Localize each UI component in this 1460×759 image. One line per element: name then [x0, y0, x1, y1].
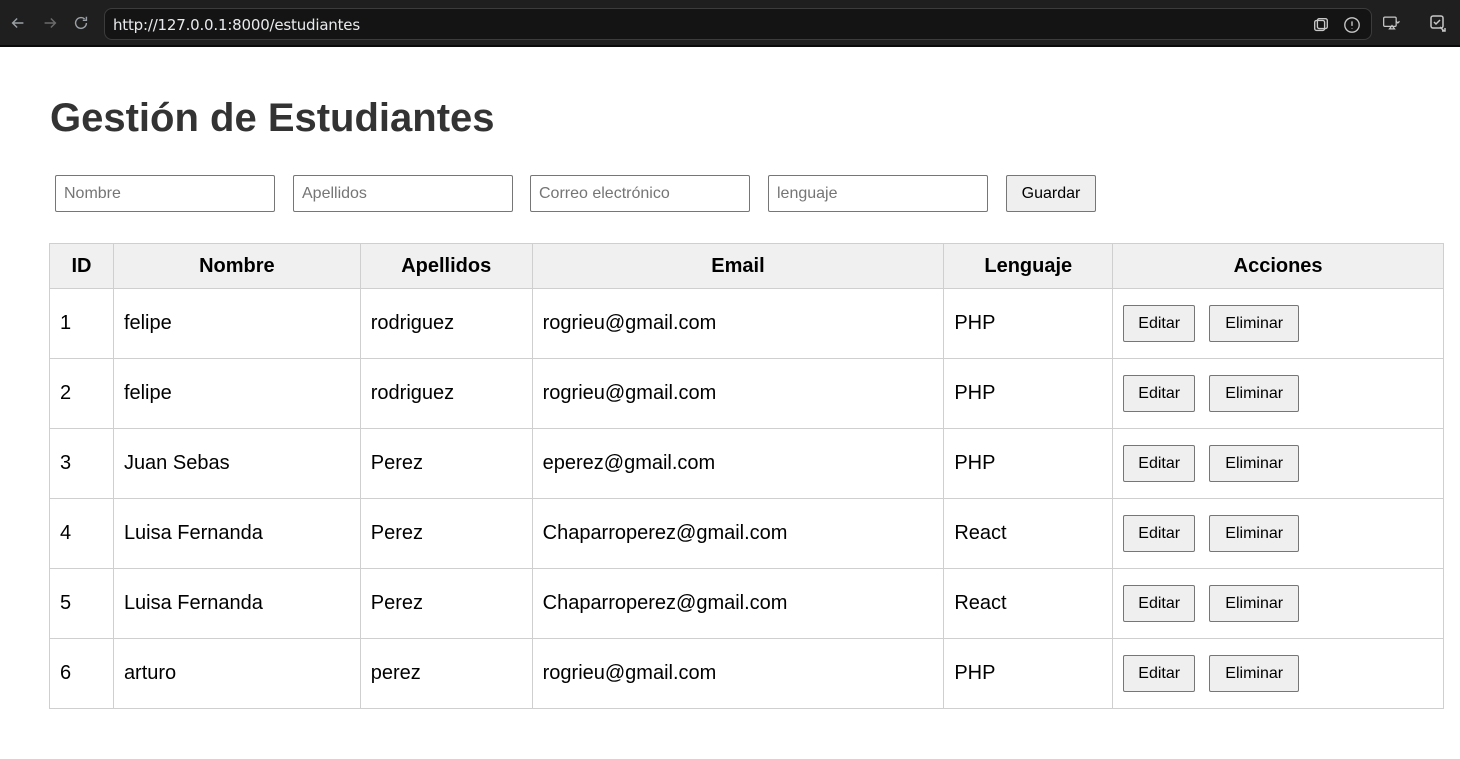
header-lenguaje: Lenguaje — [943, 243, 1114, 289]
header-email: Email — [531, 243, 945, 289]
cell-apellidos: rodriguez — [359, 358, 533, 429]
url-text: http://127.0.0.1:8000/estudiantes — [113, 16, 360, 34]
table-header-row: ID Nombre Apellidos Email Lenguaje Accio… — [49, 243, 1444, 289]
cell-actions: Editar Eliminar — [1112, 638, 1444, 709]
cell-id: 3 — [49, 428, 114, 499]
cell-email: rogrieu@gmail.com — [531, 288, 945, 359]
arrow-left-icon[interactable] — [7, 12, 29, 34]
cell-lenguaje: PHP — [943, 358, 1114, 429]
edit-button[interactable]: Editar — [1123, 585, 1196, 622]
cell-lenguaje: React — [943, 498, 1114, 569]
cell-nombre: Juan Sebas — [112, 428, 361, 499]
cast-icon[interactable] — [1382, 13, 1402, 33]
cell-actions: Editar Eliminar — [1112, 428, 1444, 499]
cell-nombre: felipe — [112, 288, 361, 359]
edit-button[interactable]: Editar — [1123, 655, 1196, 692]
cell-actions: Editar Eliminar — [1112, 568, 1444, 639]
delete-button[interactable]: Eliminar — [1209, 585, 1300, 622]
tab-search-icon[interactable] — [1310, 14, 1332, 36]
cell-id: 6 — [49, 638, 114, 709]
cell-id: 4 — [49, 498, 114, 569]
lenguaje-input[interactable] — [768, 175, 988, 212]
cell-apellidos: Perez — [359, 428, 533, 499]
cell-email: eperez@gmail.com — [531, 428, 945, 499]
cell-id: 2 — [49, 358, 114, 429]
reload-icon[interactable] — [70, 12, 92, 34]
cell-lenguaje: React — [943, 568, 1114, 639]
cell-actions: Editar Eliminar — [1112, 358, 1444, 429]
cell-email: Chaparroperez@gmail.com — [531, 568, 945, 639]
nombre-input[interactable] — [55, 175, 275, 212]
cell-apellidos: Perez — [359, 568, 533, 639]
header-nombre: Nombre — [112, 243, 361, 289]
header-apellidos: Apellidos — [359, 243, 533, 289]
edit-button[interactable]: Editar — [1123, 375, 1196, 412]
cell-apellidos: Perez — [359, 498, 533, 569]
arrow-right-icon[interactable] — [39, 12, 61, 34]
cell-nombre: Luisa Fernanda — [112, 498, 361, 569]
header-id: ID — [49, 243, 114, 289]
edit-button[interactable]: Editar — [1123, 515, 1196, 552]
cell-actions: Editar Eliminar — [1112, 498, 1444, 569]
students-table: ID Nombre Apellidos Email Lenguaje Accio… — [49, 243, 1444, 709]
delete-button[interactable]: Eliminar — [1209, 445, 1300, 482]
cell-email: Chaparroperez@gmail.com — [531, 498, 945, 569]
table-row: 6 arturo perez rogrieu@gmail.com PHP Edi… — [49, 638, 1444, 709]
edit-button[interactable]: Editar — [1123, 445, 1196, 482]
delete-button[interactable]: Eliminar — [1209, 655, 1300, 692]
cell-apellidos: perez — [359, 638, 533, 709]
cell-email: rogrieu@gmail.com — [531, 638, 945, 709]
table-row: 1 felipe rodriguez rogrieu@gmail.com PHP… — [49, 288, 1444, 359]
save-button[interactable]: Guardar — [1006, 175, 1096, 212]
email-input[interactable] — [530, 175, 750, 212]
cell-apellidos: rodriguez — [359, 288, 533, 359]
cell-lenguaje: PHP — [943, 638, 1114, 709]
apellidos-input[interactable] — [293, 175, 513, 212]
cell-nombre: Luisa Fernanda — [112, 568, 361, 639]
header-acciones: Acciones — [1112, 243, 1444, 289]
delete-button[interactable]: Eliminar — [1209, 305, 1300, 342]
cell-nombre: arturo — [112, 638, 361, 709]
delete-button[interactable]: Eliminar — [1209, 515, 1300, 552]
cell-lenguaje: PHP — [943, 288, 1114, 359]
edit-button[interactable]: Editar — [1123, 305, 1196, 342]
cell-email: rogrieu@gmail.com — [531, 358, 945, 429]
cell-actions: Editar Eliminar — [1112, 288, 1444, 359]
cell-id: 1 — [49, 288, 114, 359]
page-title: Gestión de Estudiantes — [50, 96, 495, 140]
table-row: 2 felipe rodriguez rogrieu@gmail.com PHP… — [49, 358, 1444, 429]
site-info-icon[interactable] — [1341, 14, 1363, 36]
cell-nombre: felipe — [112, 358, 361, 429]
cell-id: 5 — [49, 568, 114, 639]
address-bar[interactable]: http://127.0.0.1:8000/estudiantes — [104, 8, 1372, 40]
table-row: 4 Luisa Fernanda Perez Chaparroperez@gma… — [49, 498, 1444, 569]
delete-button[interactable]: Eliminar — [1209, 375, 1300, 412]
table-row: 5 Luisa Fernanda Perez Chaparroperez@gma… — [49, 568, 1444, 639]
cell-lenguaje: PHP — [943, 428, 1114, 499]
browser-toolbar: http://127.0.0.1:8000/estudiantes — [0, 0, 1460, 47]
table-row: 3 Juan Sebas Perez eperez@gmail.com PHP … — [49, 428, 1444, 499]
extensions-icon[interactable] — [1428, 13, 1448, 33]
